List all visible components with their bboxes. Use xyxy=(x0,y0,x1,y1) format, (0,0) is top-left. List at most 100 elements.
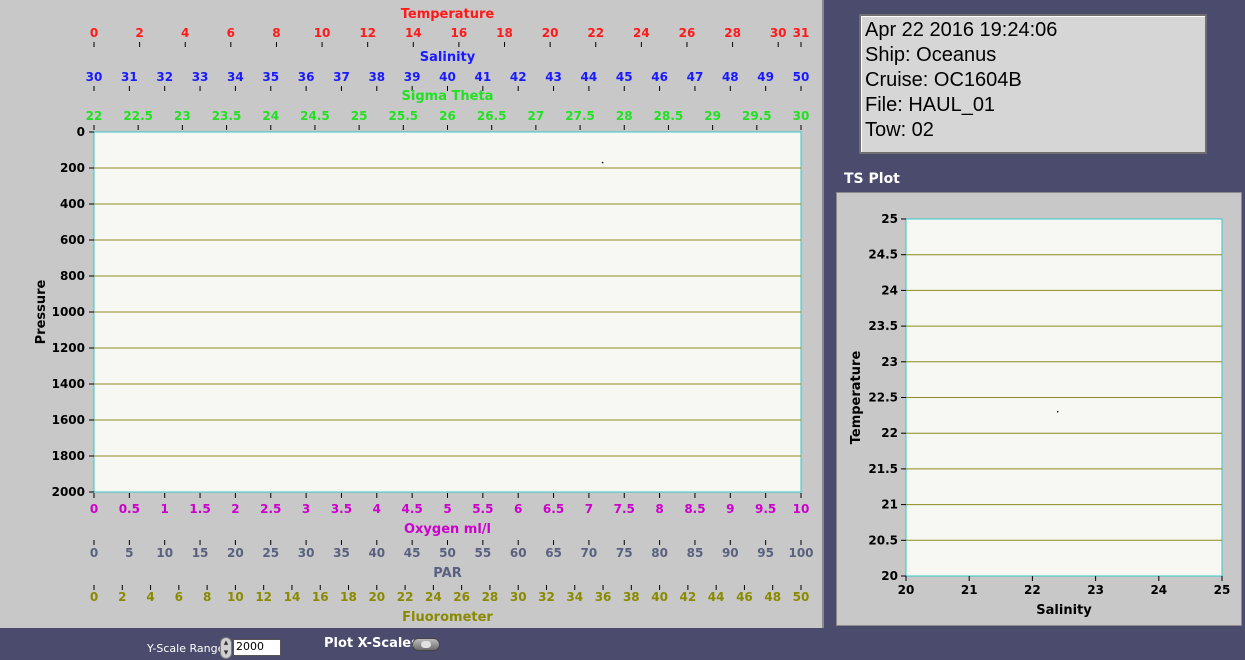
x-tick-label: 95 xyxy=(757,546,774,560)
x-tick-label: 7.5 xyxy=(614,502,635,516)
x-tick-label: 40 xyxy=(651,590,668,604)
x-tick-label: 24 xyxy=(633,26,650,40)
y-tick-label: 400 xyxy=(60,197,85,211)
yscale-range-input[interactable]: 2000 xyxy=(233,639,281,656)
x-tick-label: 45 xyxy=(616,70,633,84)
x-tick-label: 22.5 xyxy=(123,109,153,123)
info-tow: Tow: 02 xyxy=(865,119,934,141)
x-tick-label: 32 xyxy=(538,590,555,604)
ts-plot-panel: 20 20.5 21 21.5 22 22.5 23 23.5 24 24.5 25 20 21 22 23… xyxy=(836,192,1242,626)
x-tick-label: 49 xyxy=(757,70,774,84)
x-tick-label: 6 xyxy=(227,26,235,40)
x-tick-label: 0 xyxy=(90,546,98,560)
x-tick-label: 20 xyxy=(542,26,559,40)
yscale-stepper[interactable]: ▴ ▾ xyxy=(220,637,232,659)
x-tick-label: 45 xyxy=(404,546,421,560)
x-tick-label: 20 xyxy=(227,546,244,560)
y-tick-label: 24 xyxy=(881,283,898,297)
x-tick-label: 22 xyxy=(397,590,414,604)
stepper-down-icon[interactable]: ▾ xyxy=(221,648,231,658)
x-tick-label: 4 xyxy=(181,26,189,40)
x-tick-label: 1.5 xyxy=(189,502,210,516)
x-tick-label: 1 xyxy=(161,502,169,516)
x-tick-label: 29 xyxy=(704,109,721,123)
x-tick-label: 48 xyxy=(722,70,739,84)
x-tick-label: 15 xyxy=(192,546,209,560)
x-tick-label: 18 xyxy=(496,26,513,40)
x-tick-label: 5.5 xyxy=(472,502,493,516)
x-tick-label: 35 xyxy=(262,70,279,84)
y-tick-label: 20.5 xyxy=(868,533,898,547)
x-tick-label: 30 xyxy=(770,26,787,40)
y-tick-label: 20 xyxy=(881,569,898,583)
x-tick-label: 65 xyxy=(545,546,562,560)
y-tick-label: 21.5 xyxy=(868,462,898,476)
x-tick-label: 14 xyxy=(284,590,301,604)
x-tick-label: 8 xyxy=(203,590,211,604)
x-tick-label: 28 xyxy=(616,109,633,123)
stepper-up-icon[interactable]: ▴ xyxy=(221,638,231,648)
x-tick-label: 50 xyxy=(793,590,810,604)
x-tick-label: 38 xyxy=(623,590,640,604)
x-tick-label: 2 xyxy=(135,26,143,40)
x-tick-label: 5 xyxy=(125,546,133,560)
x-tick-label: 60 xyxy=(510,546,527,560)
x-tick-label: 32 xyxy=(156,70,173,84)
x-tick-label: 28 xyxy=(724,26,741,40)
x-tick-label: 9.5 xyxy=(755,502,776,516)
plot-xscales-toggle[interactable] xyxy=(412,638,440,651)
x-tick-label: 3.5 xyxy=(331,502,352,516)
x-tick-label: 2 xyxy=(118,590,126,604)
plot-xscales-label: Plot X-Scales xyxy=(324,636,419,651)
x-tick-label: 30 xyxy=(510,590,527,604)
y-tick-label: 22.5 xyxy=(868,391,898,405)
x-tick-label: 80 xyxy=(651,546,668,560)
x-tick-label: 26 xyxy=(679,26,696,40)
y-axis-label: Temperature xyxy=(849,351,864,445)
info-datetime: Apr 22 2016 19:24:06 xyxy=(865,19,1058,41)
ts-plot-chart: 20 20.5 21 21.5 22 22.5 23 23.5 24 24.5 25 20 21 22 23… xyxy=(849,212,1230,618)
x-tick-label: 30 xyxy=(793,109,810,123)
x-tick-label: 26.5 xyxy=(477,109,507,123)
x-tick-label: 23 xyxy=(174,109,191,123)
x-tick-label: 29.5 xyxy=(742,109,772,123)
x-tick-label: 28 xyxy=(482,590,499,604)
x-tick-label: 5 xyxy=(443,502,451,516)
ts-plot-title: TS Plot xyxy=(844,171,900,187)
x-tick-label: 25.5 xyxy=(389,109,419,123)
x-tick-label: 9 xyxy=(726,502,734,516)
x-tick-label: 2.5 xyxy=(260,502,281,516)
y-tick-label: 1800 xyxy=(52,449,85,463)
x-tick-label: 0 xyxy=(90,590,98,604)
x-tick-label: 48 xyxy=(764,590,781,604)
x-tick-label: 4 xyxy=(373,502,381,516)
y-tick-label: 200 xyxy=(60,161,85,175)
info-ship: Ship: Oceanus xyxy=(865,44,997,66)
x-tick-label: 25 xyxy=(351,109,368,123)
x-tick-label: 0.5 xyxy=(119,502,140,516)
x-tick-label: 4.5 xyxy=(402,502,423,516)
x-tick-label: 16 xyxy=(451,26,468,40)
x-tick-label: 6 xyxy=(514,502,522,516)
x-tick-label: 55 xyxy=(474,546,491,560)
x-tick-label: 0 xyxy=(90,26,98,40)
x-tick-label: 26 xyxy=(439,109,456,123)
bottom-axis-label: Fluorometer xyxy=(402,610,493,625)
x-tick-label: 16 xyxy=(312,590,329,604)
x-tick-label: 36 xyxy=(298,70,315,84)
x-tick-label: 10 xyxy=(793,502,810,516)
x-tick-label: 85 xyxy=(687,546,704,560)
cruise-info-box: Apr 22 2016 19:24:06 Ship: Oceanus Cruis… xyxy=(859,14,1207,154)
x-tick-label: 42 xyxy=(680,590,697,604)
top-axis-label: Temperature xyxy=(401,7,495,22)
x-tick-label: 46 xyxy=(736,590,753,604)
x-tick-label: 41 xyxy=(474,70,491,84)
x-tick-label: 3 xyxy=(302,502,310,516)
x-tick-label: 75 xyxy=(616,546,633,560)
y-tick-label: 1600 xyxy=(52,413,85,427)
x-tick-label: 42 xyxy=(510,70,527,84)
x-tick-label: 10 xyxy=(314,26,331,40)
y-tick-label: 1000 xyxy=(52,305,85,319)
x-tick-label: 43 xyxy=(545,70,562,84)
y-tick-label: 2000 xyxy=(52,485,85,499)
